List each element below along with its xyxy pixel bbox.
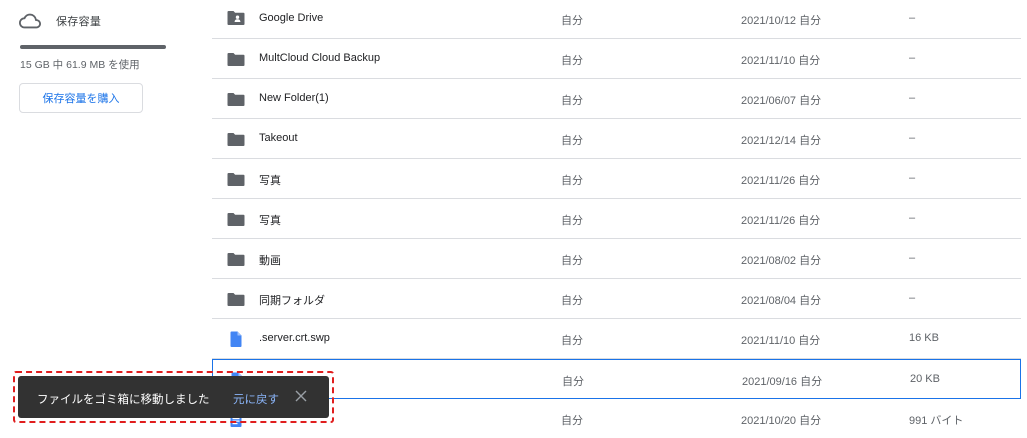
folder-icon	[227, 293, 245, 306]
file-modified: 2021/11/10 自分	[741, 335, 821, 347]
file-name[interactable]: 動画	[259, 252, 281, 268]
file-owner: 自分	[562, 376, 584, 388]
snackbar-toast: ファイルをゴミ箱に移動しました 元に戻す	[18, 376, 329, 418]
file-owner: 自分	[561, 95, 583, 107]
file-modified: 2021/06/07 自分	[741, 95, 822, 107]
buy-storage-button[interactable]: 保存容量を購入	[19, 83, 143, 113]
file-size: –	[909, 292, 916, 304]
file-modified: 2021/10/20 自分	[741, 415, 822, 427]
file-row[interactable]: Google Drive 自分 2021/10/12 自分 –	[212, 0, 1021, 39]
file-modified: 2021/09/16 自分	[742, 376, 823, 388]
storage-progress-bar	[20, 45, 166, 49]
folder-icon	[227, 93, 245, 106]
file-size: –	[909, 132, 916, 144]
file-row[interactable]: 写真 自分 2021/11/26 自分 –	[212, 199, 1021, 239]
file-size: –	[909, 172, 916, 184]
file-name[interactable]: .server.crt.swp	[259, 332, 330, 344]
folder-icon	[227, 53, 245, 66]
file-owner: 自分	[561, 175, 583, 187]
file-size: 991 バイト	[909, 415, 964, 427]
cloud-icon	[19, 13, 41, 29]
file-name[interactable]: MultCloud Cloud Backup	[259, 52, 380, 64]
file-size: –	[909, 212, 916, 224]
file-size: –	[909, 52, 916, 64]
storage-progress-fill	[20, 45, 166, 49]
file-row[interactable]: 写真 自分 2021/11/26 自分 –	[212, 159, 1021, 199]
file-size: –	[909, 252, 916, 264]
close-icon[interactable]	[294, 389, 308, 403]
file-row[interactable]: 同期フォルダ 自分 2021/08/04 自分 –	[212, 279, 1021, 319]
folder-icon	[227, 133, 245, 146]
file-icon	[230, 331, 242, 347]
file-owner: 自分	[561, 135, 583, 147]
file-owner: 自分	[561, 15, 583, 27]
file-name[interactable]: 写真	[259, 212, 281, 228]
folder-icon	[227, 253, 245, 266]
file-modified: 2021/10/12 自分	[741, 15, 822, 27]
file-modified: 2021/11/10 自分	[741, 55, 821, 67]
file-name[interactable]: Google Drive	[259, 12, 323, 24]
file-modified: 2021/11/26 自分	[741, 175, 821, 187]
file-modified: 2021/12/14 自分	[741, 135, 822, 147]
file-owner: 自分	[561, 415, 583, 427]
storage-title: 保存容量	[56, 16, 102, 28]
file-owner: 自分	[561, 335, 583, 347]
file-size: –	[909, 12, 916, 24]
file-name[interactable]: 同期フォルダ	[259, 292, 325, 308]
file-row[interactable]: Takeout 自分 2021/12/14 自分 –	[212, 119, 1021, 159]
file-owner: 自分	[561, 215, 583, 227]
file-name[interactable]: 写真	[259, 172, 281, 188]
file-name[interactable]: Takeout	[259, 132, 298, 144]
file-modified: 2021/08/02 自分	[741, 255, 822, 267]
storage-header[interactable]: 保存容量	[19, 10, 101, 32]
file-row[interactable]: New Folder(1) 自分 2021/06/07 自分 –	[212, 79, 1021, 119]
toast-message: ファイルをゴミ箱に移動しました	[37, 394, 210, 406]
file-size: –	[909, 92, 916, 104]
file-row[interactable]: MultCloud Cloud Backup 自分 2021/11/10 自分 –	[212, 39, 1021, 79]
storage-usage-text: 15 GB 中 61.9 MB を使用	[20, 59, 140, 71]
file-owner: 自分	[561, 295, 583, 307]
file-modified: 2021/08/04 自分	[741, 295, 822, 307]
shared-folder-icon	[227, 11, 245, 25]
file-owner: 自分	[561, 55, 583, 67]
file-name[interactable]: New Folder(1)	[259, 92, 329, 104]
folder-icon	[227, 173, 245, 186]
file-row[interactable]: 動画 自分 2021/08/02 自分 –	[212, 239, 1021, 279]
file-size: 16 KB	[909, 332, 939, 344]
file-modified: 2021/11/26 自分	[741, 215, 821, 227]
file-row[interactable]: .server.crt.swp 自分 2021/11/10 自分 16 KB	[212, 319, 1021, 359]
file-owner: 自分	[561, 255, 583, 267]
file-size: 20 KB	[910, 373, 940, 385]
undo-button[interactable]: 元に戻す	[233, 391, 279, 407]
folder-icon	[227, 213, 245, 226]
